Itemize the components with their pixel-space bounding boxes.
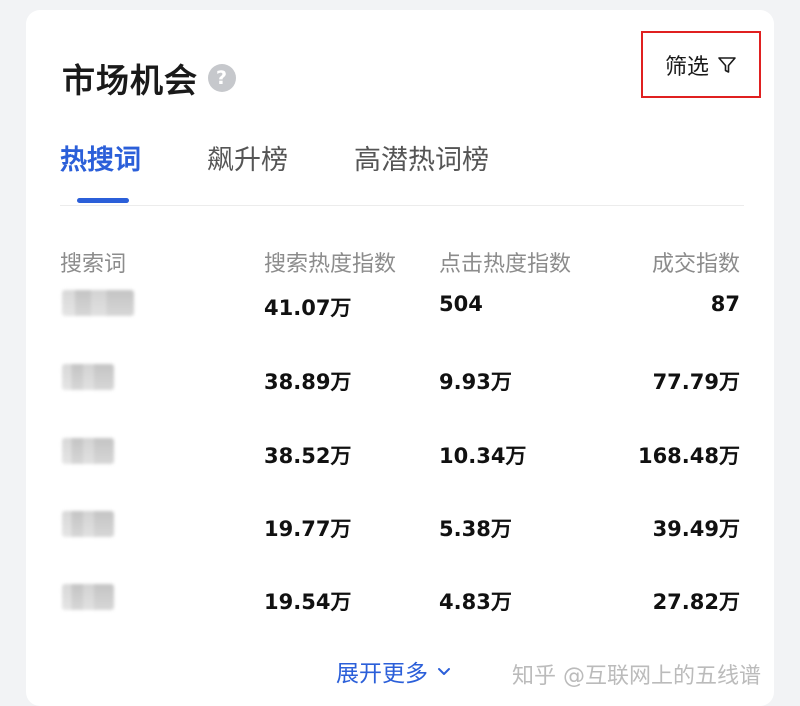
deal-index-value: 77.79万 xyxy=(652,370,740,394)
help-icon[interactable]: ? xyxy=(208,64,236,92)
tab-rising[interactable]: 飙升榜 xyxy=(207,138,288,177)
search-heat-value: 41.07万 xyxy=(264,296,352,320)
table-row[interactable]: 38.89万 9.93万 77.79万 xyxy=(26,360,774,400)
tab-high-potential[interactable]: 高潜热词榜 xyxy=(354,138,489,177)
search-heat-value: 38.52万 xyxy=(264,444,352,468)
column-header-keyword: 搜索词 xyxy=(60,252,127,277)
filter-label: 筛选 xyxy=(664,54,709,80)
chevron-down-icon xyxy=(438,668,450,675)
search-heat-value: 38.89万 xyxy=(264,370,352,394)
funnel-icon xyxy=(718,56,736,73)
market-opportunity-card: 市场机会 ? 筛选 热搜词 飙升榜 高潜热词榜 搜索词 搜索热度指数 点击热度指… xyxy=(26,10,774,706)
column-header-search-heat: 搜索热度指数 xyxy=(264,252,397,277)
deal-index-value: 39.49万 xyxy=(652,517,740,541)
click-heat-value: 504 xyxy=(439,292,483,316)
deal-index-value: 168.48万 xyxy=(637,444,740,468)
blurred-keyword xyxy=(62,584,114,610)
expand-more-button[interactable]: 展开更多 xyxy=(336,654,452,688)
table-row[interactable]: 19.77万 5.38万 39.49万 xyxy=(26,507,774,547)
click-heat-value: 4.83万 xyxy=(439,590,512,614)
watermark: 知乎 @互联网上的五线谱 xyxy=(512,664,761,689)
active-tab-indicator xyxy=(77,198,129,203)
table-row[interactable]: 41.07万 504 87 xyxy=(26,286,774,326)
blurred-keyword xyxy=(62,364,114,390)
tab-bar: 热搜词 飙升榜 高潜热词榜 xyxy=(60,138,555,177)
expand-more-label: 展开更多 xyxy=(336,661,428,687)
table-row[interactable]: 38.52万 10.34万 168.48万 xyxy=(26,434,774,474)
page-title: 市场机会 ? xyxy=(62,54,236,102)
deal-index-value: 87 xyxy=(710,292,740,316)
tab-hot-search[interactable]: 热搜词 xyxy=(60,138,141,177)
table-row[interactable]: 19.54万 4.83万 27.82万 xyxy=(26,580,774,620)
search-heat-value: 19.54万 xyxy=(264,590,352,614)
divider xyxy=(60,205,744,206)
column-header-click-heat: 点击热度指数 xyxy=(439,252,572,277)
column-header-deal-index: 成交指数 xyxy=(651,252,740,277)
blurred-keyword xyxy=(62,290,134,316)
filter-button[interactable]: 筛选 xyxy=(641,31,761,98)
search-heat-value: 19.77万 xyxy=(264,517,352,541)
blurred-keyword xyxy=(62,511,114,537)
deal-index-value: 27.82万 xyxy=(652,590,740,614)
title-text: 市场机会 xyxy=(62,61,198,100)
blurred-keyword xyxy=(62,438,114,464)
click-heat-value: 5.38万 xyxy=(439,517,512,541)
click-heat-value: 10.34万 xyxy=(439,444,527,468)
click-heat-value: 9.93万 xyxy=(439,370,512,394)
